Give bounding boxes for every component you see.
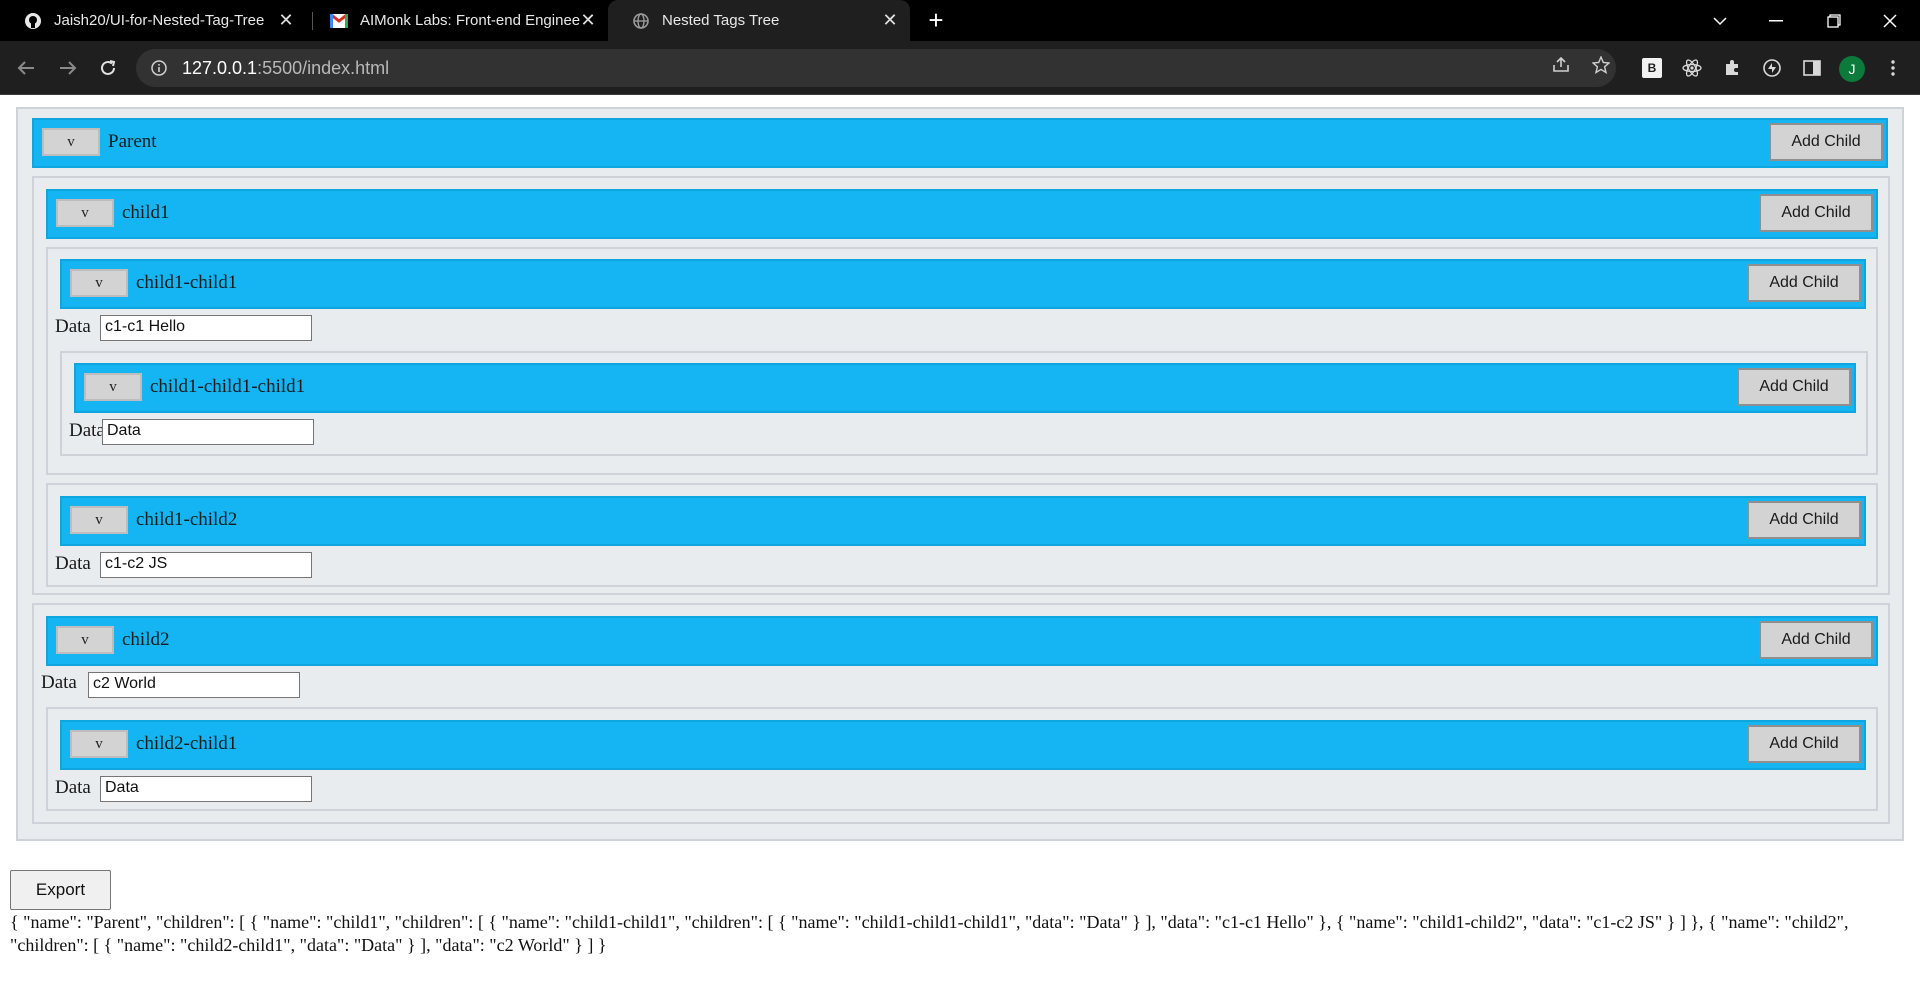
tab-nested-tags-tree[interactable]: Nested Tags Tree ✕ xyxy=(608,0,910,41)
export-json-output: { "name": "Parent", "children": [ { "nam… xyxy=(10,912,1849,955)
collapse-toggle-button[interactable]: v xyxy=(84,373,142,401)
tab-search-chevron-icon[interactable] xyxy=(1696,0,1744,41)
tag-name[interactable]: child2-child1 xyxy=(136,733,237,755)
tag-header-child2: v child2 Add Child xyxy=(46,616,1878,666)
tab-github-repo[interactable]: Jaish20/UI-for-Nested-Tag-Tree ✕ xyxy=(0,0,306,41)
close-icon[interactable]: ✕ xyxy=(880,10,900,30)
back-arrow-icon[interactable] xyxy=(12,54,40,82)
share-icon[interactable] xyxy=(1546,50,1576,80)
url-path: :5500/index.html xyxy=(257,57,390,78)
export-button[interactable]: Export xyxy=(10,870,111,910)
collapse-toggle-button[interactable]: v xyxy=(56,626,114,654)
add-child-button[interactable]: Add Child xyxy=(1747,725,1861,763)
browser-tab-bar: Jaish20/UI-for-Nested-Tag-Tree ✕ AIMonk … xyxy=(0,0,1920,41)
bookmark-star-icon[interactable] xyxy=(1586,50,1616,80)
data-label: Data xyxy=(55,553,91,574)
add-child-button[interactable]: Add Child xyxy=(1759,621,1873,659)
extension-b-label: B xyxy=(1642,58,1662,78)
data-input[interactable]: c2 World xyxy=(88,672,300,698)
data-label: Data xyxy=(55,777,91,798)
close-icon[interactable]: ✕ xyxy=(578,10,598,30)
add-child-button[interactable]: Add Child xyxy=(1747,501,1861,539)
url-text: 127.0.0.1:5500/index.html xyxy=(182,58,389,79)
data-input[interactable]: c1-c2 JS xyxy=(100,552,312,578)
gmail-icon xyxy=(330,12,348,30)
forward-arrow-icon[interactable] xyxy=(54,54,82,82)
data-input[interactable]: Data xyxy=(102,419,314,445)
tag-name[interactable]: child1-child1 xyxy=(136,272,237,294)
tab-title: Nested Tags Tree xyxy=(662,12,780,29)
restore-icon[interactable] xyxy=(1810,0,1858,41)
page-content: v Parent Add Child v child1 Add Child v … xyxy=(0,96,1920,1007)
close-window-icon[interactable] xyxy=(1866,0,1914,41)
tag-node-child1-child1-child1: v child1-child1-child1 Add Child Data Da… xyxy=(60,351,1868,456)
url-host: 127.0.0.1 xyxy=(182,57,258,78)
tag-name[interactable]: child1-child1-child1 xyxy=(150,376,305,398)
browser-toolbar: 127.0.0.1:5500/index.html B J xyxy=(0,41,1920,95)
tag-name[interactable]: Parent xyxy=(108,131,157,153)
data-label: Data xyxy=(69,420,105,441)
side-panel-icon[interactable] xyxy=(1797,53,1827,83)
add-child-button[interactable]: Add Child xyxy=(1759,194,1873,232)
extensions-puzzle-icon[interactable] xyxy=(1717,53,1747,83)
tag-node-child1-child2: v child1-child2 Add Child Data c1-c2 JS xyxy=(46,483,1878,587)
tag-header-child1-child1-child1: v child1-child1-child1 Add Child xyxy=(74,363,1856,413)
reload-icon[interactable] xyxy=(94,54,122,82)
tab-title: AIMonk Labs: Front-end Enginee xyxy=(360,12,580,29)
new-tab-button[interactable]: + xyxy=(922,6,950,34)
tag-node-child2: v child2 Add Child Data c2 World v child… xyxy=(32,603,1890,824)
data-label: Data xyxy=(55,316,91,337)
add-child-button[interactable]: Add Child xyxy=(1737,368,1851,406)
data-input[interactable]: c1-c1 Hello xyxy=(100,315,312,341)
sync-extension-icon[interactable] xyxy=(1757,53,1787,83)
tag-name[interactable]: child1 xyxy=(122,202,170,224)
minimize-icon[interactable] xyxy=(1752,0,1800,41)
tag-header-child1-child2: v child1-child2 Add Child xyxy=(60,496,1866,546)
add-child-button[interactable]: Add Child xyxy=(1769,123,1883,161)
tag-name[interactable]: child2 xyxy=(122,629,170,651)
data-label: Data xyxy=(41,672,77,693)
collapse-toggle-button[interactable]: v xyxy=(56,199,114,227)
tag-header-child1-child1: v child1-child1 Add Child xyxy=(60,259,1866,309)
site-info-icon[interactable] xyxy=(150,59,168,77)
globe-icon xyxy=(632,12,650,30)
tag-header-child2-child1: v child2-child1 Add Child xyxy=(60,720,1866,770)
collapse-toggle-button[interactable]: v xyxy=(70,730,128,758)
add-child-button[interactable]: Add Child xyxy=(1747,264,1861,302)
tag-node-child1: v child1 Add Child v child1-child1 Add C… xyxy=(32,176,1890,595)
tag-name[interactable]: child1-child2 xyxy=(136,509,237,531)
collapse-toggle-button[interactable]: v xyxy=(70,269,128,297)
tab-aimonk-gmail[interactable]: AIMonk Labs: Front-end Enginee ✕ xyxy=(306,0,608,41)
tag-node-child2-child1: v child2-child1 Add Child Data Data xyxy=(46,707,1878,811)
profile-avatar[interactable]: J xyxy=(1839,56,1865,82)
data-input[interactable]: Data xyxy=(100,776,312,802)
tag-node-parent: v Parent Add Child v child1 Add Child v … xyxy=(16,107,1904,841)
close-icon[interactable]: ✕ xyxy=(276,10,296,30)
tag-header-child1: v child1 Add Child xyxy=(46,189,1878,239)
react-devtools-icon[interactable] xyxy=(1677,53,1707,83)
tag-header-parent: v Parent Add Child xyxy=(32,118,1888,168)
tag-node-child1-child1: v child1-child1 Add Child Data c1-c1 Hel… xyxy=(46,247,1878,475)
collapse-toggle-button[interactable]: v xyxy=(42,128,100,156)
more-menu-icon[interactable] xyxy=(1878,53,1908,83)
extension-b-icon[interactable]: B xyxy=(1637,53,1667,83)
github-icon xyxy=(24,12,42,30)
collapse-toggle-button[interactable]: v xyxy=(70,506,128,534)
tab-title: Jaish20/UI-for-Nested-Tag-Tree xyxy=(54,12,265,29)
address-bar[interactable]: 127.0.0.1:5500/index.html xyxy=(136,49,1616,87)
